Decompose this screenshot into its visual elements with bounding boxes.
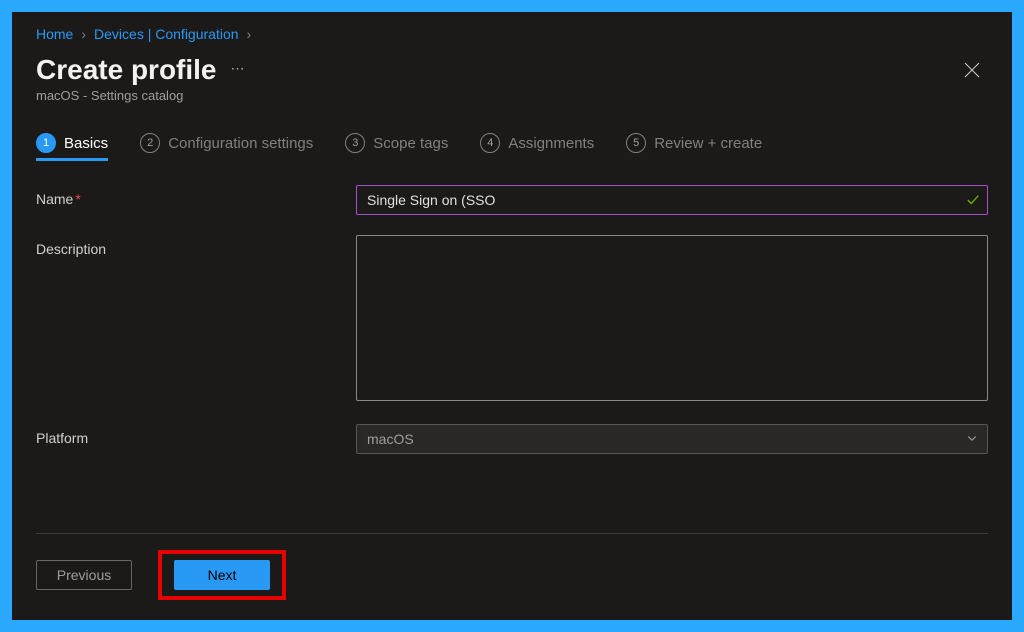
step-scope-tags[interactable]: 3 Scope tags: [345, 133, 448, 161]
description-textarea[interactable]: [356, 235, 988, 401]
checkmark-icon: [966, 193, 980, 207]
wizard-footer: Previous Next: [36, 533, 988, 620]
step-number-icon: 3: [345, 133, 365, 153]
step-label: Configuration settings: [168, 135, 313, 152]
page-title: Create profile: [36, 54, 217, 86]
previous-button[interactable]: Previous: [36, 560, 132, 590]
step-label: Assignments: [508, 135, 594, 152]
chevron-down-icon: [966, 431, 978, 447]
platform-dropdown[interactable]: macOS: [356, 424, 988, 454]
form-area: Name* Description Platform macOS: [36, 185, 988, 533]
step-basics[interactable]: 1 Basics: [36, 133, 108, 161]
required-asterisk-icon: *: [75, 191, 80, 207]
step-configuration-settings[interactable]: 2 Configuration settings: [140, 133, 313, 161]
step-number-icon: 5: [626, 133, 646, 153]
header-row: Create profile ⋯: [36, 54, 988, 86]
step-number-icon: 4: [480, 133, 500, 153]
breadcrumb-devices[interactable]: Devices | Configuration: [94, 26, 238, 42]
platform-value: macOS: [367, 431, 414, 447]
name-label: Name*: [36, 185, 356, 207]
page-subtitle: macOS - Settings catalog: [36, 88, 988, 103]
step-label: Scope tags: [373, 135, 448, 152]
close-icon: [964, 62, 980, 78]
close-button[interactable]: [956, 54, 988, 86]
next-button[interactable]: Next: [174, 560, 270, 590]
step-number-icon: 2: [140, 133, 160, 153]
breadcrumb: Home › Devices | Configuration ›: [36, 26, 988, 42]
name-input[interactable]: [356, 185, 988, 215]
tutorial-highlight: Next: [158, 550, 286, 600]
more-actions-icon[interactable]: ⋯: [231, 60, 247, 81]
breadcrumb-sep-icon: ›: [81, 26, 86, 42]
step-label: Basics: [64, 135, 108, 152]
create-profile-panel: Home › Devices | Configuration › Create …: [12, 12, 1012, 620]
description-label: Description: [36, 235, 356, 257]
form-row-name: Name*: [36, 185, 988, 215]
form-row-platform: Platform macOS: [36, 424, 988, 454]
step-assignments[interactable]: 4 Assignments: [480, 133, 594, 161]
wizard-stepper: 1 Basics 2 Configuration settings 3 Scop…: [36, 133, 988, 161]
step-number-icon: 1: [36, 133, 56, 153]
breadcrumb-sep-icon: ›: [247, 26, 252, 42]
form-row-description: Description: [36, 235, 988, 404]
breadcrumb-home[interactable]: Home: [36, 26, 73, 42]
step-review-create[interactable]: 5 Review + create: [626, 133, 762, 161]
platform-label: Platform: [36, 424, 356, 446]
step-label: Review + create: [654, 135, 762, 152]
